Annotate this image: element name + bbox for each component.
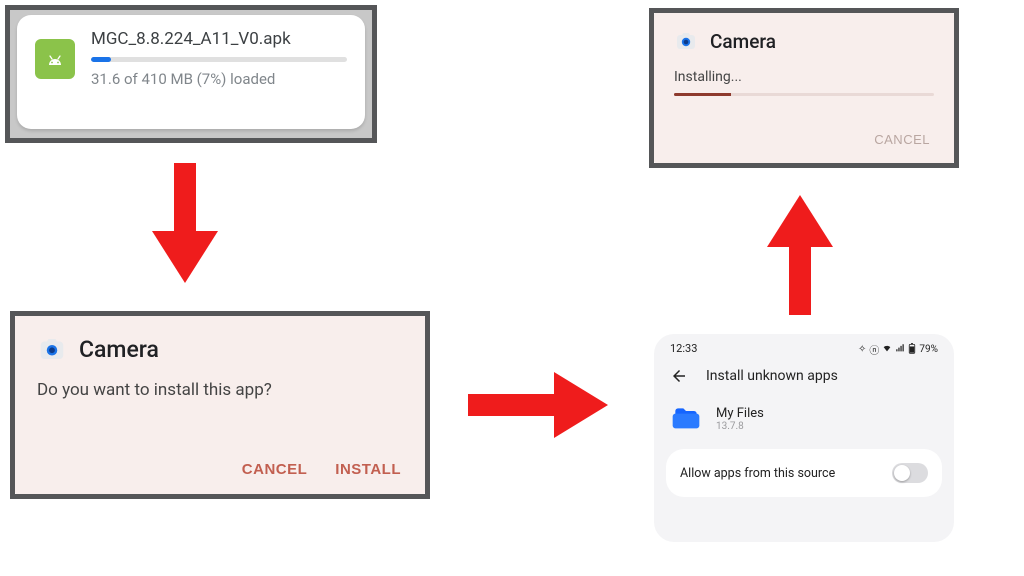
camera-icon [674, 29, 698, 53]
install-confirm-dialog: Camera Do you want to install this app? … [10, 311, 430, 499]
confirm-app-name: Camera [79, 336, 159, 363]
download-progress-background: MGC_8.8.224_A11_V0.apk 31.6 of 410 MB (7… [10, 10, 372, 138]
apk-icon [35, 39, 75, 79]
source-app-version: 13.7.8 [716, 421, 764, 432]
allow-source-row[interactable]: Allow apps from this source [666, 449, 942, 497]
cancel-button[interactable]: CANCEL [874, 132, 930, 147]
download-card: MGC_8.8.224_A11_V0.apk 31.6 of 410 MB (7… [17, 15, 365, 129]
install-unknown-apps-screen: 12:33 ✧ ⓝ 79% Install unknown apps My Fi… [654, 334, 954, 542]
install-progress-bar [674, 93, 731, 96]
install-button[interactable]: INSTALL [335, 461, 401, 478]
install-progress-track [674, 93, 934, 96]
status-battery: 79% [919, 344, 938, 355]
download-filename: MGC_8.8.224_A11_V0.apk [91, 29, 347, 49]
wifi-icon [882, 343, 892, 356]
settings-title: Install unknown apps [706, 368, 838, 384]
download-status: 31.6 of 410 MB (7%) loaded [91, 70, 347, 88]
nfc-icon: ⓝ [869, 342, 879, 357]
allow-source-toggle[interactable] [892, 463, 928, 483]
confirm-message: Do you want to install this app? [37, 380, 403, 400]
settings-header: Install unknown apps [654, 361, 954, 395]
flow-arrow-up [767, 195, 833, 315]
signal-icon [895, 343, 905, 356]
camera-icon [37, 334, 67, 364]
folder-icon [670, 403, 702, 435]
flow-arrow-down [152, 163, 218, 283]
download-progress-panel: MGC_8.8.224_A11_V0.apk 31.6 of 410 MB (7… [5, 5, 377, 143]
status-time: 12:33 [670, 342, 697, 357]
installing-message: Installing... [674, 69, 934, 85]
download-progress-bar [91, 57, 111, 62]
battery-icon [908, 343, 916, 357]
back-button[interactable] [670, 367, 688, 385]
installing-app-name: Camera [710, 30, 776, 53]
installing-dialog: Camera Installing... CANCEL [649, 8, 959, 168]
status-indicators: ✧ ⓝ 79% [858, 342, 938, 357]
status-bar: 12:33 ✧ ⓝ 79% [654, 334, 954, 361]
flow-arrow-right [468, 372, 608, 438]
source-app-row: My Files 13.7.8 [654, 395, 954, 449]
cancel-button[interactable]: CANCEL [242, 461, 308, 478]
download-progress-track [91, 57, 347, 62]
source-app-name: My Files [716, 406, 764, 421]
vibrate-icon: ✧ [858, 344, 866, 355]
allow-source-label: Allow apps from this source [680, 466, 835, 481]
